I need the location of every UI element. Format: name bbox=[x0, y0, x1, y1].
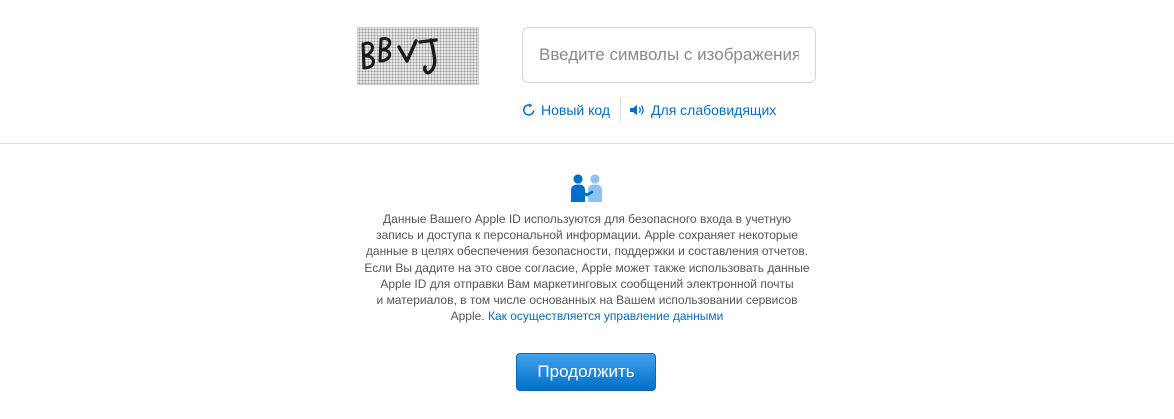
new-code-link[interactable]: Новый код bbox=[521, 102, 610, 118]
handshake-people-icon bbox=[568, 173, 606, 203]
privacy-line: Apple ID для отправки Вам маркетинговых … bbox=[380, 276, 794, 291]
links-divider bbox=[620, 98, 622, 122]
audio-captcha-label: Для слабовидящих bbox=[651, 102, 777, 118]
audio-captcha-link[interactable]: Для слабовидящих bbox=[629, 102, 776, 118]
privacy-last-line: Apple. Как осуществляется управление дан… bbox=[337, 308, 837, 324]
privacy-line: Данные Вашего Apple ID используются для … bbox=[383, 212, 791, 226]
refresh-icon bbox=[521, 102, 537, 118]
privacy-line: и материалов, в том числе основанных на … bbox=[376, 293, 798, 308]
privacy-line: Если Вы дадите на это свое согласие, App… bbox=[364, 260, 810, 275]
continue-button[interactable]: Продолжить bbox=[516, 353, 656, 391]
captcha-glyphs bbox=[361, 37, 438, 75]
speaker-icon bbox=[629, 103, 647, 117]
captcha-page: Новый код Для слабовидящих bbox=[0, 0, 1174, 419]
captcha-image bbox=[357, 27, 479, 85]
privacy-line: данные в целях обеспечения безопасности,… bbox=[365, 244, 809, 259]
privacy-notice: Данные Вашего Apple ID используются для … bbox=[337, 211, 837, 324]
new-code-label: Новый код bbox=[541, 102, 611, 118]
captcha-actions: Новый код Для слабовидящих bbox=[521, 97, 776, 123]
section-divider bbox=[0, 143, 1174, 144]
privacy-last-line-prefix: Apple. bbox=[450, 309, 485, 324]
privacy-line: запись и доступа к персональной информац… bbox=[376, 228, 798, 243]
captcha-input[interactable] bbox=[522, 27, 816, 83]
data-management-link[interactable]: Как осуществляется управление данными bbox=[488, 309, 723, 323]
